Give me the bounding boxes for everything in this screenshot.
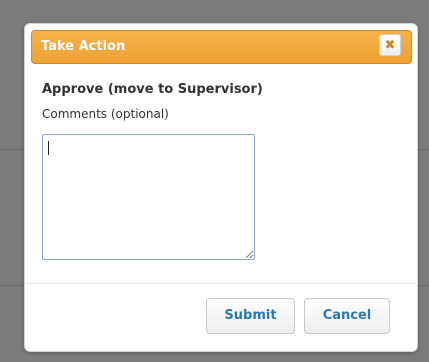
dialog-title-bar: Take Action bbox=[31, 30, 412, 64]
close-button[interactable]: ✖ bbox=[379, 34, 401, 56]
dialog-title: Take Action bbox=[41, 39, 126, 54]
text-caret bbox=[48, 141, 49, 155]
submit-button[interactable]: Submit bbox=[206, 298, 295, 334]
cancel-button[interactable]: Cancel bbox=[304, 298, 390, 334]
comments-label: Comments (optional) bbox=[42, 107, 169, 121]
take-action-dialog: Take Action ✖ Approve (move to Superviso… bbox=[24, 23, 418, 352]
footer-divider bbox=[26, 283, 416, 284]
comments-input[interactable] bbox=[42, 134, 255, 260]
action-label: Approve (move to Supervisor) bbox=[42, 82, 263, 97]
close-icon: ✖ bbox=[384, 37, 396, 53]
